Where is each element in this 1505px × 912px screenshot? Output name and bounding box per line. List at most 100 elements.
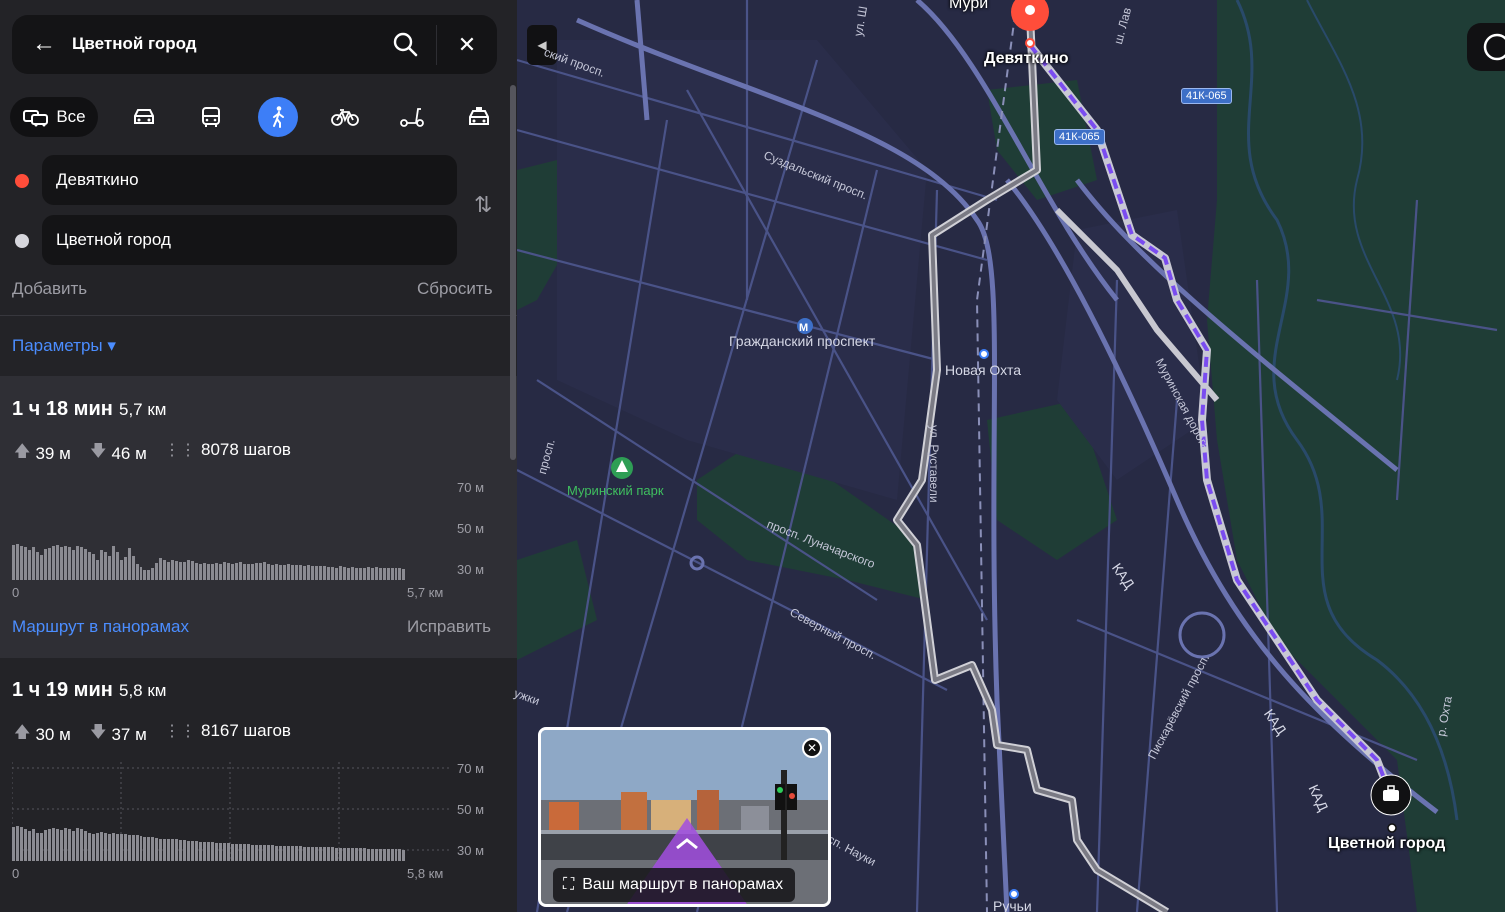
destination-dot-icon [15,234,29,248]
back-arrow-icon[interactable]: ← [32,31,58,57]
elevation-bar [259,563,263,580]
elevation-bar [306,565,310,580]
elevation-profile [12,536,406,580]
elevation-bar [318,847,322,861]
mode-car-button[interactable] [124,97,164,137]
elevation-bar [374,567,378,580]
arrow-down-icon: 🡇 [90,443,107,460]
elevation-bar [127,835,131,861]
elevation-bar [131,835,135,861]
elevation-bar [306,847,310,861]
label-devyatkino: Девяткино [984,50,1069,67]
elevation-bar [187,560,191,580]
elevation-bar [111,833,115,861]
elevation-bar [67,829,71,861]
elevation-bar [247,564,251,580]
elevation-bar [159,558,163,580]
elevation-bar [386,568,390,580]
bus-icon [202,107,220,127]
panel-scrollbar[interactable] [510,85,516,460]
car-icon [134,109,154,124]
map-view[interactable]: М ◀ Мури Девяткино Гражданский проспект … [512,0,1505,912]
elevation-bar [35,833,39,861]
destination-field[interactable]: Цветной город [42,215,457,265]
elevation-bar [103,552,107,580]
elevation-bar [263,845,266,861]
descent-value: 37 м [111,724,147,744]
elevation-bar [43,549,47,580]
mode-all-button[interactable]: Все [10,97,98,137]
reset-link[interactable]: Сбросить [417,279,493,299]
elevation-bar [171,560,175,580]
elevation-bar [235,563,239,580]
route-option-2[interactable]: 1 ч 19 мин 5,8 км 🡅 30 м 🡇 37 м ⋮⋮ 8167 шаг… [0,658,517,912]
fix-route-link[interactable]: Исправить [407,617,491,637]
elevation-bar [231,564,235,580]
mode-transit-button[interactable] [191,97,231,137]
layers-button[interactable] [1467,23,1505,71]
route-panorama-link[interactable]: Маршрут в панорамах [12,617,189,637]
elevation-bar [55,829,59,861]
elevation-bar [251,564,255,580]
panorama-route-button[interactable]: ⛶ Ваш маршрут в панорамах [553,868,796,902]
search-query[interactable]: Цветной город [72,34,197,54]
elevation-bar [203,842,207,861]
route-option-1[interactable]: 1 ч 18 мин 5,7 км 🡅 39 м 🡇 46 м ⋮⋮ 8078 шаг… [0,376,517,658]
elevation-bar [35,552,39,580]
elevation-bar [354,848,358,861]
elevation-bar [402,569,406,580]
label-rustaveli: ул. Руставели [927,425,941,503]
elevation-bar [143,837,147,861]
mode-scooter-button[interactable] [392,97,432,137]
elevation-bar [15,826,19,861]
panorama-preview[interactable]: ✕ ⛶ Ваш маршрут в панорамах [538,727,831,907]
mode-walk-button[interactable] [258,97,298,137]
elevation-bar [43,830,47,861]
taxi-icon [469,107,489,125]
elevation-bar [119,560,123,580]
elevation-bar [83,549,87,580]
steps-stat: ⋮⋮ 8078 шагов [164,440,291,460]
elevation-bar [378,849,382,861]
elevation-bar [402,850,406,861]
elevation-bar [135,564,139,580]
elevation-bar [167,839,171,861]
mode-bike-button[interactable] [325,97,365,137]
elevation-bar [143,570,147,580]
elevation-bar [270,845,274,861]
elevation-bar [27,831,31,861]
mode-taxi-button[interactable] [459,97,499,137]
elevation-bar [398,849,402,861]
elevation-label-70: 70 м [457,761,485,776]
elevation-bar [314,847,318,861]
elevation-bar [139,836,143,861]
elevation-bar [354,568,358,580]
origin-field[interactable]: Девяткино [42,155,457,205]
elevation-bar [207,564,211,580]
elevation-bar [318,566,322,580]
elevation-bar [278,846,282,861]
elevation-bar [326,847,330,861]
elevation-bar [294,846,298,861]
close-icon[interactable]: ✕ [454,32,480,58]
close-panorama-icon[interactable]: ✕ [802,738,822,758]
search-icon[interactable] [392,31,420,59]
elevation-bar [119,834,123,861]
bicycle-icon [331,109,359,126]
swap-points-icon[interactable]: ⇅ [474,192,500,218]
elevation-bar [322,847,326,861]
all-transport-icon [23,110,49,127]
elevation-bar [219,564,223,580]
transport-modes: Все [10,97,505,139]
elevation-bar [310,566,314,580]
elevation-bar [358,568,362,580]
parameters-dropdown[interactable]: Параметры ▾ [12,336,116,356]
add-point-link[interactable]: Добавить [12,279,87,299]
elevation-bar [370,568,374,580]
ascent-stat: 🡅 30 м [14,721,71,748]
elevation-bar [302,566,306,580]
elevation-bar [290,565,294,580]
steps-value: 8078 шагов [201,440,291,459]
route-distance: 5,7 км [119,400,167,419]
elevation-bar [223,843,227,861]
